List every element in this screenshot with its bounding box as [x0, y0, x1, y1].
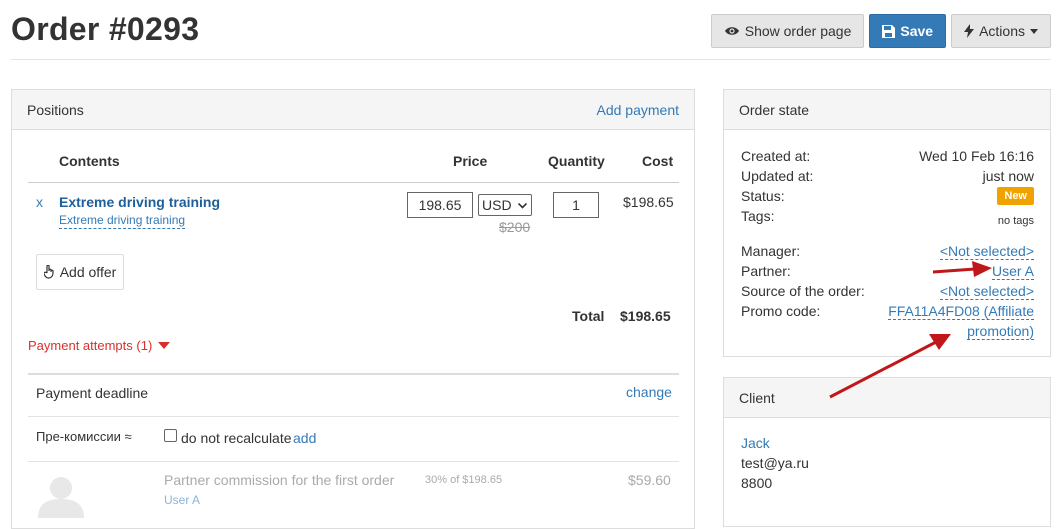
client-header: Client: [724, 378, 1050, 418]
avatar: [38, 477, 84, 518]
old-price: $200: [499, 219, 531, 235]
commission-value: $59.60: [628, 472, 671, 488]
updated-label: Updated at:: [741, 168, 814, 184]
client-email: test@ya.ru: [741, 455, 809, 471]
save-button[interactable]: Save: [869, 14, 947, 48]
client-title: Client: [739, 389, 775, 406]
column-quantity: Quantity: [548, 153, 605, 169]
column-price: Price: [453, 153, 488, 169]
updated-value: just now: [982, 168, 1034, 184]
change-deadline-link[interactable]: change: [626, 384, 672, 400]
table-header-divider: [28, 182, 679, 183]
commission-percent: 30% of $198.65: [425, 474, 503, 486]
add-payment-link[interactable]: Add payment: [597, 102, 680, 118]
payment-attempts-label: Payment attempts (1): [28, 338, 153, 353]
status-label: Status:: [741, 188, 785, 204]
payment-attempts-toggle[interactable]: Payment attempts (1): [28, 338, 171, 353]
add-offer-label: Add offer: [59, 264, 117, 280]
header-divider: [11, 59, 1051, 60]
section-divider: [28, 373, 679, 375]
payment-deadline-label: Payment deadline: [36, 385, 149, 401]
column-contents: Contents: [59, 153, 120, 169]
source-select-link[interactable]: <Not selected>: [939, 283, 1034, 300]
order-state-panel: Order state Created at: Wed 10 Feb 16:16…: [723, 89, 1051, 357]
promo-code-line2: promotion): [967, 323, 1034, 340]
manager-select-link[interactable]: <Not selected>: [939, 243, 1034, 260]
quantity-input[interactable]: 1: [553, 192, 599, 218]
add-commission-link[interactable]: add: [293, 430, 316, 446]
client-panel: Client Jack test@ya.ru 8800: [723, 377, 1051, 527]
position-name-link[interactable]: Extreme driving training: [59, 194, 220, 210]
currency-select[interactable]: USD: [478, 194, 532, 216]
source-label: Source of the order:: [741, 283, 865, 299]
actions-dropdown-button[interactable]: Actions: [951, 14, 1051, 48]
client-phone: 8800: [741, 475, 773, 491]
add-offer-button[interactable]: Add offer: [36, 254, 124, 290]
positions-panel: Positions Add payment Contents Price Qua…: [11, 89, 695, 529]
commission-title: Partner commission for the first order: [164, 472, 395, 488]
header-toolbar: Show order page Save Actions: [710, 14, 1051, 48]
currency-value: USD: [482, 197, 512, 213]
row-divider: [28, 416, 679, 417]
positions-panel-header: Positions Add payment: [12, 90, 694, 130]
lightning-icon: [964, 24, 975, 38]
hand-pointer-icon: [43, 265, 54, 279]
show-order-page-button[interactable]: Show order page: [710, 14, 865, 48]
order-state-header: Order state: [724, 90, 1050, 130]
actions-label: Actions: [979, 23, 1025, 39]
created-label: Created at:: [741, 148, 811, 164]
position-offer-link[interactable]: Extreme driving training: [59, 213, 186, 229]
column-cost: Cost: [642, 153, 674, 169]
floppy-disk-icon: [882, 24, 896, 38]
status-badge[interactable]: New: [997, 187, 1034, 205]
total-label: Total: [572, 308, 605, 324]
created-value: Wed 10 Feb 16:16: [919, 148, 1034, 164]
partner-label: Partner:: [741, 263, 791, 279]
price-input[interactable]: 198.65: [407, 192, 473, 218]
promo-label: Promo code:: [741, 303, 821, 319]
partner-select-link[interactable]: User A: [991, 263, 1034, 280]
order-state-title: Order state: [739, 101, 810, 118]
show-order-page-label: Show order page: [744, 23, 852, 39]
save-label: Save: [900, 23, 934, 39]
client-name-link[interactable]: Jack: [741, 435, 770, 451]
do-not-recalculate-label: do not recalculate: [181, 430, 292, 446]
caret-down-icon: [1030, 28, 1038, 34]
do-not-recalculate-checkbox[interactable]: [164, 429, 177, 442]
tags-label: Tags:: [741, 208, 775, 224]
positions-title: Positions: [27, 101, 84, 118]
triangle-down-icon: [158, 342, 171, 349]
precommission-label: Пре-комиссии ≈: [36, 429, 132, 444]
promo-code-line1: FFA11A4FD08 (Affiliate: [888, 303, 1034, 320]
promo-code-link[interactable]: FFA11A4FD08 (Affiliate promotion): [888, 301, 1034, 341]
row-divider: [28, 461, 679, 462]
tags-value: no tags: [997, 215, 1034, 227]
chevron-down-icon: [518, 203, 527, 209]
page-title: Order #0293: [11, 11, 200, 47]
remove-position-button[interactable]: x: [36, 194, 43, 210]
position-cost: $198.65: [623, 194, 674, 210]
total-value: $198.65: [620, 308, 671, 324]
manager-label: Manager:: [741, 243, 801, 259]
commission-user-link[interactable]: User A: [164, 493, 200, 507]
eye-icon: [724, 27, 739, 35]
